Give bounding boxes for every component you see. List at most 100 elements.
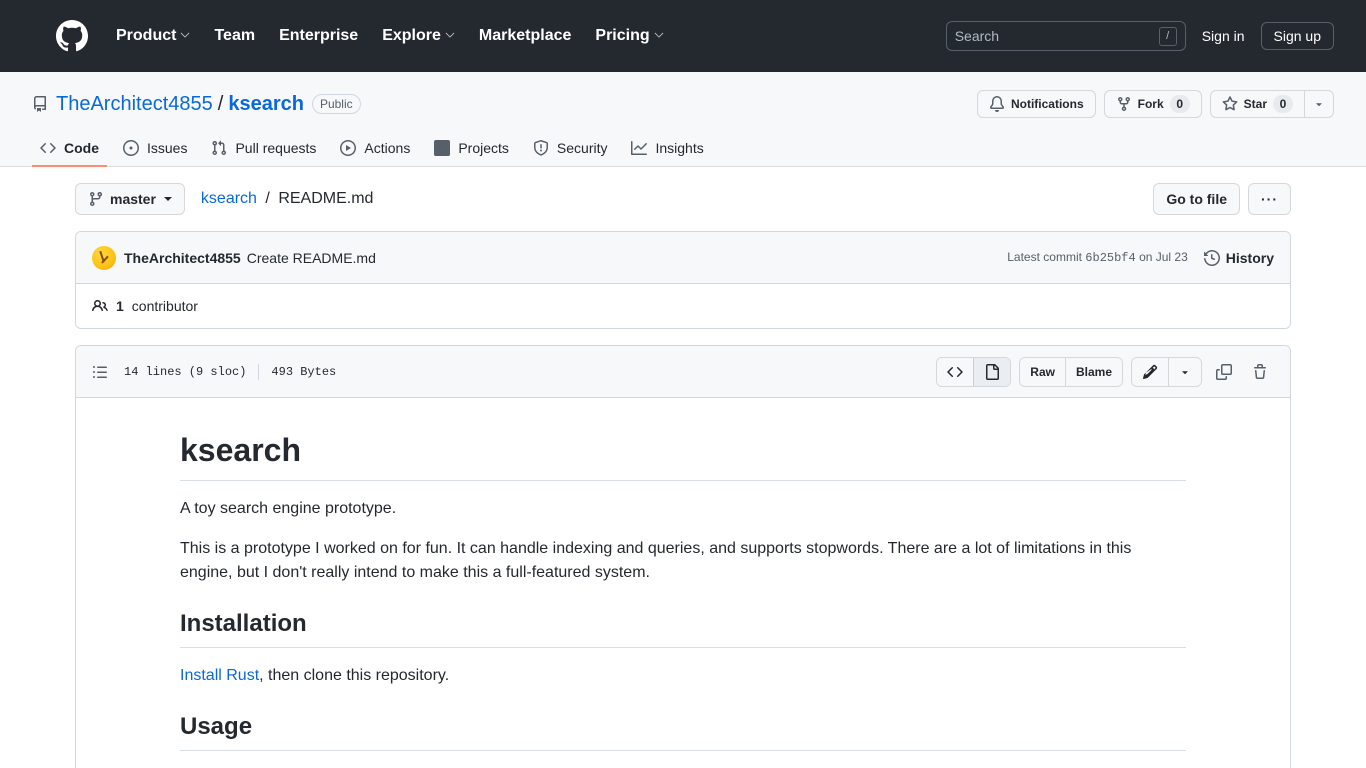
nav-item-product[interactable]: Product [104, 19, 202, 53]
go-to-file-button[interactable]: Go to file [1153, 183, 1240, 215]
commit-author-link[interactable]: TheArchitect4855 [124, 250, 241, 266]
commit-message-link[interactable]: Create README.md [247, 250, 376, 266]
tab-pull-requests[interactable]: Pull requests [203, 132, 324, 167]
github-mark-icon[interactable] [56, 20, 88, 52]
breadcrumb-root-link[interactable]: ksearch [201, 190, 257, 207]
more-options-button[interactable]: ··· [1248, 183, 1291, 215]
notifications-button[interactable]: Notifications [976, 90, 1096, 118]
chevron-down-icon [445, 31, 455, 41]
nav-item-label: Product [116, 27, 177, 44]
readme-installation-paragraph: Install Rust, then clone this repository… [180, 664, 1186, 688]
nav-item-marketplace[interactable]: Marketplace [467, 19, 584, 53]
global-nav: Product Team Enterprise Explore Marketpl… [104, 19, 676, 53]
contributors-count: 1 [116, 298, 124, 314]
triangle-down-icon [163, 197, 172, 201]
edit-dropdown-button[interactable] [1168, 357, 1201, 386]
tab-label: Code [64, 140, 99, 156]
star-count: 0 [1273, 95, 1293, 113]
code-view-button[interactable] [937, 357, 974, 386]
repo-visibility-badge: Public [311, 94, 361, 114]
nav-item-explore[interactable]: Explore [370, 19, 467, 53]
bell-icon [989, 96, 1005, 112]
chevron-down-icon [180, 31, 190, 41]
nav-item-team[interactable]: Team [202, 19, 267, 53]
latest-commit-row: TheArchitect4855 Create README.md Latest… [76, 232, 1290, 284]
branch-selector-button[interactable]: master [75, 183, 185, 215]
commit-box: TheArchitect4855 Create README.md Latest… [75, 231, 1291, 329]
readme-description: This is a prototype I worked on for fun.… [180, 540, 1132, 581]
install-rust-link[interactable]: Install Rust [180, 667, 259, 684]
edit-button-group [1131, 356, 1202, 387]
tab-issues[interactable]: Issues [115, 132, 195, 167]
history-label: History [1225, 249, 1274, 266]
nav-item-label: Team [214, 27, 256, 44]
star-dropdown-button[interactable] [1305, 90, 1334, 118]
tab-actions[interactable]: Actions [332, 132, 418, 167]
star-button-group: Star 0 [1209, 90, 1334, 118]
edit-button[interactable] [1132, 357, 1168, 386]
notifications-label: Notifications [1010, 97, 1084, 111]
blame-button[interactable]: Blame [1064, 357, 1122, 386]
repo-owner-link[interactable]: TheArchitect4855 [56, 93, 213, 116]
issue-opened-icon [123, 140, 139, 156]
tab-insights[interactable]: Insights [623, 132, 711, 167]
file-size: 493 Bytes [271, 364, 337, 379]
fork-icon [1116, 96, 1132, 112]
readme-usage-heading: Usage [180, 712, 1186, 751]
breadcrumb: ksearch / README.md [201, 190, 374, 208]
sign-up-button[interactable]: Sign up [1260, 22, 1334, 50]
fork-button[interactable]: Fork 0 [1103, 90, 1202, 118]
people-icon [92, 298, 108, 314]
install-rest-text: , then clone this repository. [259, 667, 450, 684]
commit-meta-group: Latest commit 6b25bf4 on Jul 23 History [1007, 250, 1274, 266]
nav-item-label: Marketplace [478, 27, 572, 44]
tab-security[interactable]: Security [525, 132, 616, 167]
triangle-down-icon [1313, 98, 1325, 110]
play-icon [340, 140, 357, 156]
history-link[interactable]: History [1203, 249, 1274, 266]
file-icon [984, 363, 1000, 380]
tab-label: Actions [364, 140, 411, 156]
view-mode-toggle [936, 356, 1012, 387]
nav-item-label: Enterprise [279, 27, 359, 44]
trash-icon [1252, 363, 1268, 380]
sign-in-link[interactable]: Sign in [1202, 28, 1245, 44]
commit-date: on Jul 23 [1139, 250, 1188, 264]
divider [258, 363, 260, 380]
nav-item-label: Pricing [595, 27, 650, 44]
file-line-count: 14 lines (9 sloc) [124, 364, 247, 379]
branch-icon [88, 191, 104, 207]
repo-tabs: Code Issues Pull requests Actions Projec… [32, 132, 1334, 167]
breadcrumb-separator: / [265, 190, 270, 207]
latest-commit-meta: Latest commit 6b25bf4 on Jul 23 [1007, 250, 1188, 265]
star-label: Star [1243, 97, 1267, 111]
breadcrumb-current-file: README.md [278, 190, 374, 207]
search-shortcut-key: / [1158, 26, 1177, 46]
repo-name-link[interactable]: ksearch [228, 93, 304, 116]
repo-path-separator: / [217, 92, 224, 115]
file-navigation-row: master ksearch / README.md Go to file ··… [75, 167, 1291, 231]
tab-code[interactable]: Code [32, 132, 107, 167]
avatar[interactable] [92, 245, 116, 270]
tab-projects[interactable]: Projects [426, 132, 517, 167]
commit-sha[interactable]: 6b25bf4 [1085, 251, 1135, 265]
preview-view-button[interactable] [973, 357, 1011, 386]
star-button[interactable]: Star 0 [1209, 90, 1305, 118]
file-header-actions: Raw Blame [936, 356, 1274, 387]
raw-button[interactable]: Raw [1020, 357, 1065, 386]
raw-blame-group: Raw Blame [1019, 356, 1123, 387]
readme-intro: A toy search engine prototype. [180, 500, 397, 517]
fork-count: 0 [1169, 95, 1190, 113]
search-input[interactable]: Search / [945, 21, 1186, 51]
tab-label: Security [556, 140, 608, 156]
delete-button[interactable] [1246, 358, 1274, 386]
copy-button[interactable] [1210, 358, 1238, 386]
repo-title-row: TheArchitect4855 / ksearch Public Notifi… [32, 88, 1334, 120]
history-icon [1203, 249, 1220, 266]
nav-item-pricing[interactable]: Pricing [583, 19, 675, 53]
nav-item-enterprise[interactable]: Enterprise [267, 19, 370, 53]
tab-label: Projects [458, 140, 509, 156]
list-unordered-icon[interactable] [92, 364, 108, 380]
contributors-row[interactable]: 1 contributor [76, 284, 1290, 328]
star-icon [1222, 96, 1238, 112]
